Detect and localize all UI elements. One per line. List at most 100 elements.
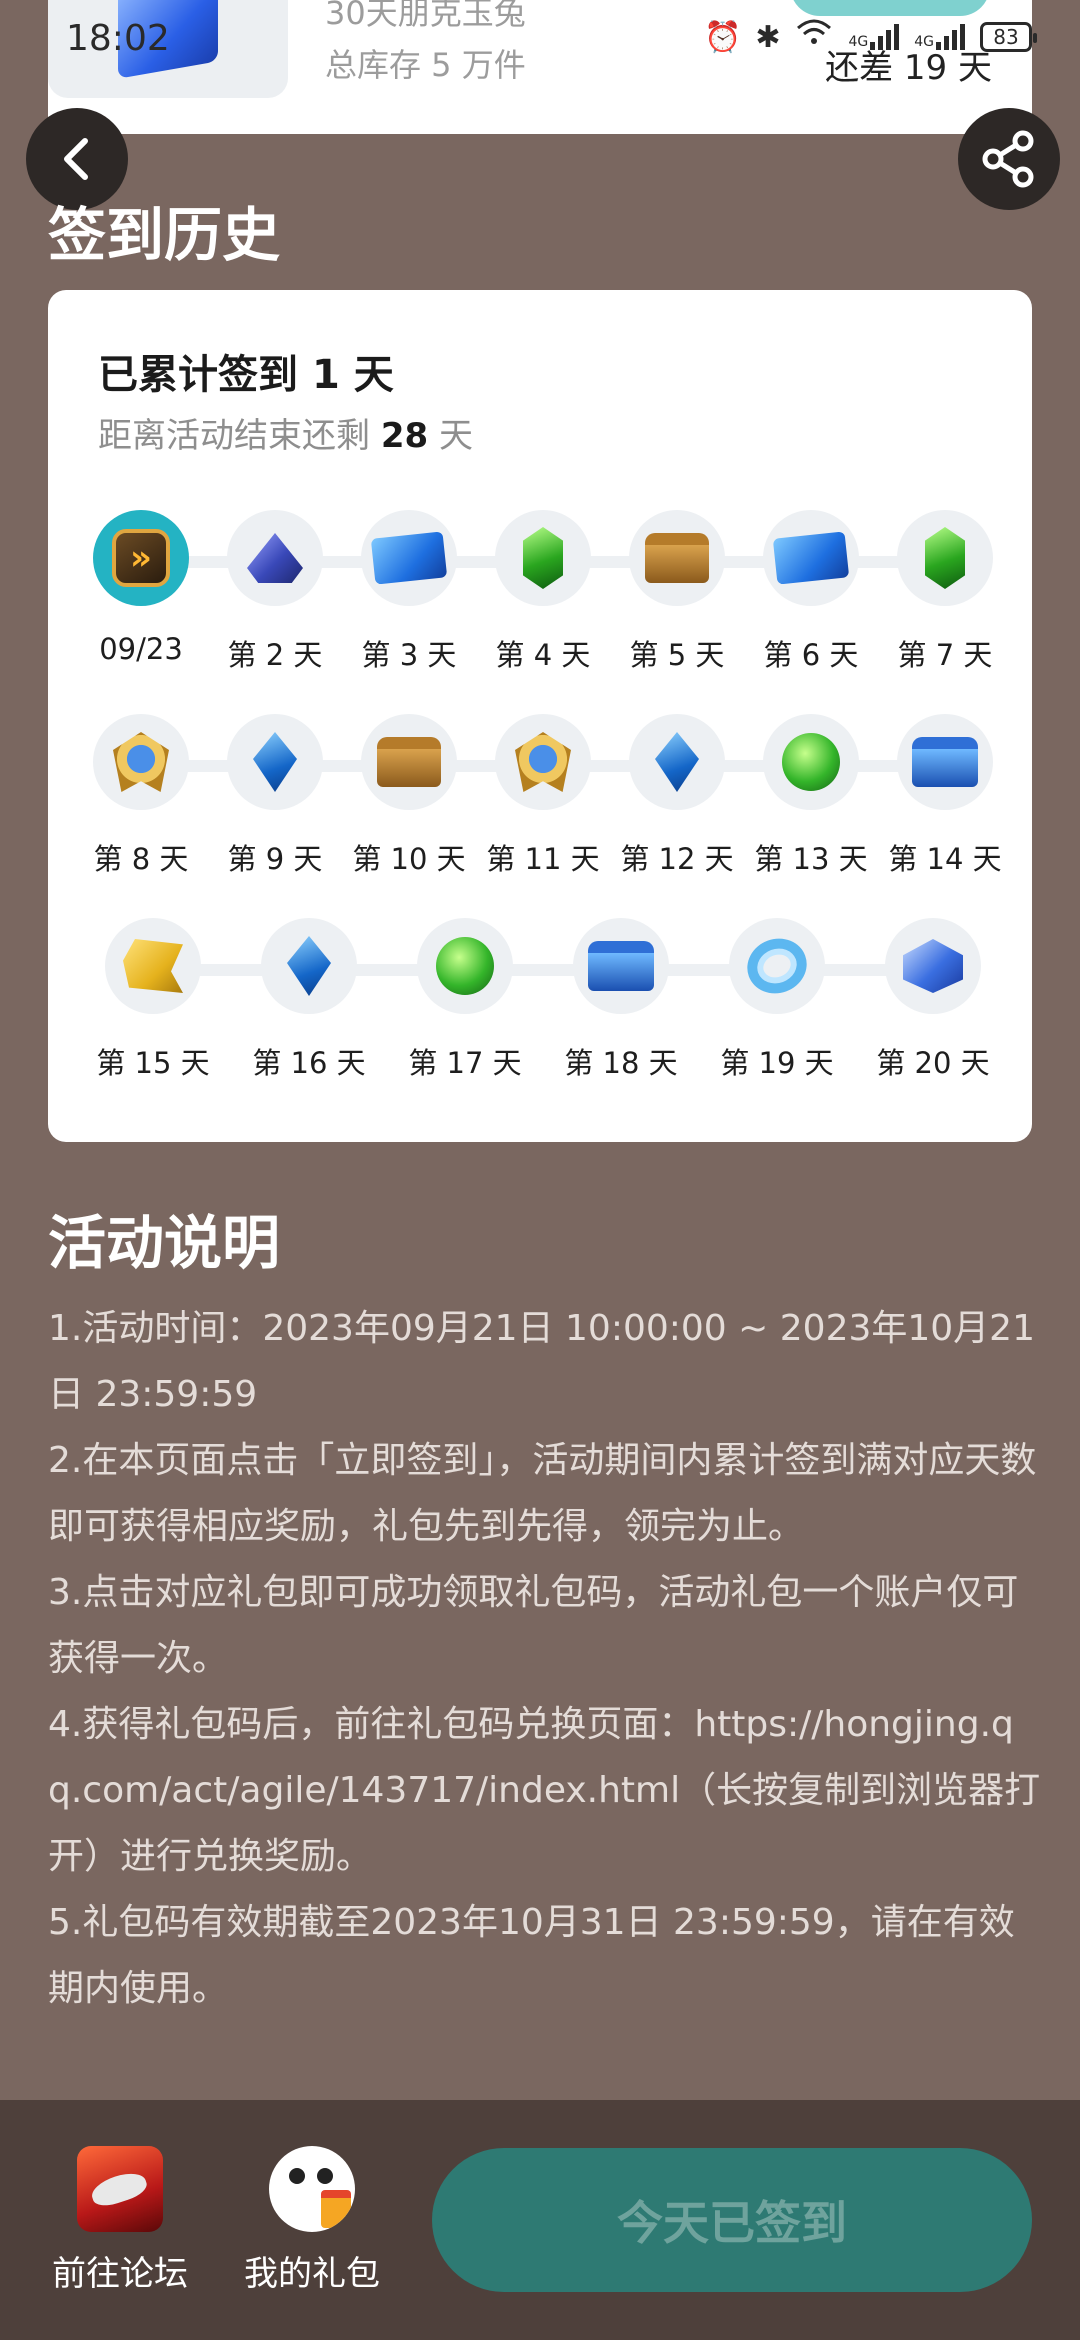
panda-gift-icon — [269, 2146, 355, 2232]
signal-2-icon: 4G — [914, 24, 966, 50]
reward-claim-pill[interactable] — [790, 0, 990, 16]
day-label: 第 14 天 — [888, 842, 1002, 876]
checkin-day[interactable]: 第 20 天 — [866, 918, 1000, 1082]
green-crystal-icon — [523, 527, 563, 589]
reward-circle — [105, 918, 201, 1014]
reward-name: 30天朋克玉兔 — [325, 0, 526, 32]
ticket-icon — [772, 531, 850, 585]
days-remaining: 距离活动结束还剩 28 天 — [98, 408, 473, 457]
reward-circle — [417, 918, 513, 1014]
description-line: 2.在本页面点击「立即签到」，活动期间内累计签到满对应天数即可获得相应奖励，礼包… — [48, 1440, 1037, 1547]
reward-circle — [763, 510, 859, 606]
chest-icon — [645, 533, 709, 583]
chevron-left-icon — [64, 138, 88, 180]
reward-circle — [227, 714, 323, 810]
lens-icon — [247, 533, 303, 583]
blue-chest-icon — [588, 941, 654, 991]
end-days: 28 — [380, 416, 429, 456]
checkin-day[interactable]: 第 13 天 — [744, 714, 878, 878]
reward-circle — [495, 714, 591, 810]
checkin-history-card: 已累计签到 1 天 距离活动结束还剩 28 天 » 09/23 第 2 天 第 3 天… — [48, 290, 1032, 1142]
history-title: 签到历史 — [48, 201, 281, 269]
day-label: 第 3 天 — [361, 638, 457, 672]
reward-circle — [573, 918, 669, 1014]
checkin-day[interactable]: 第 11 天 — [476, 714, 610, 878]
description-line: 1.活动时间：2023年09月21日 10:00:00 ~ 2023年10月21… — [48, 1308, 1035, 1415]
checkin-day[interactable]: 第 6 天 — [744, 510, 878, 674]
share-button[interactable] — [958, 108, 1060, 210]
day-label: 第 5 天 — [629, 638, 725, 672]
bluetooth-icon: ✱ — [755, 19, 781, 55]
description-title: 活动说明 — [48, 1209, 281, 1277]
cumulative-days: 1 — [311, 352, 340, 398]
blue-crystal-icon — [253, 732, 297, 792]
share-icon — [982, 130, 1034, 188]
end-prefix: 距离活动结束还剩 — [98, 416, 381, 456]
reward-circle — [897, 714, 993, 810]
activity-description: 1.活动时间：2023年09月21日 10:00:00 ~ 2023年10月21… — [48, 1296, 1048, 2022]
day-label: 第 16 天 — [252, 1046, 366, 1080]
checkin-day[interactable]: 第 5 天 — [610, 510, 744, 674]
checkin-day[interactable]: 第 19 天 — [710, 918, 844, 1082]
blue-chest-icon — [912, 737, 978, 787]
green-ball-icon — [436, 937, 494, 995]
day-label: 第 12 天 — [620, 842, 734, 876]
reward-circle — [763, 714, 859, 810]
reward-circle — [729, 918, 825, 1014]
cumulative-checkin: 已累计签到 1 天 — [98, 342, 394, 400]
checkin-day[interactable]: 第 3 天 — [342, 510, 476, 674]
reward-circle — [629, 510, 725, 606]
checkin-day[interactable]: 第 14 天 — [878, 714, 1012, 878]
checkin-day[interactable]: 第 9 天 — [208, 714, 342, 878]
day-label: 第 6 天 — [763, 638, 859, 672]
day-label: 第 17 天 — [408, 1046, 522, 1080]
day-label: 第 18 天 — [564, 1046, 678, 1080]
net-label-1: 4G — [848, 34, 869, 50]
checkin-day[interactable]: » 09/23 — [74, 510, 208, 666]
description-line: 5.礼包码有效期截至2023年10月31日 23:59:59，请在有效期内使用。 — [48, 1902, 1015, 2009]
reward-circle — [361, 510, 457, 606]
end-suffix: 天 — [428, 416, 473, 456]
gold-icon — [123, 939, 183, 993]
reward-circle — [885, 918, 981, 1014]
reward-circle — [361, 714, 457, 810]
checkin-row: 第 8 天 第 9 天第 10 天第 11 天第 12 天第 13 天第 14 天 — [48, 714, 1032, 876]
green-crystal-icon — [925, 527, 965, 589]
checkin-day[interactable]: 第 12 天 — [610, 714, 744, 878]
checkin-day[interactable]: 第 16 天 — [242, 918, 376, 1082]
day-label: 09/23 — [99, 632, 183, 666]
alarm-icon: ⏰ — [703, 19, 742, 55]
checkin-day[interactable]: 第 2 天 — [208, 510, 342, 674]
forum-button[interactable]: 前往论坛 — [45, 2146, 195, 2295]
status-time: 18:02 — [66, 18, 170, 59]
signed-today-button[interactable]: 今天已签到 — [432, 2148, 1032, 2292]
day-label: 第 15 天 — [96, 1046, 210, 1080]
chest-icon — [377, 737, 441, 787]
checkin-day[interactable]: 第 8 天 — [74, 714, 208, 878]
day-label: 第 13 天 — [754, 842, 868, 876]
day-label: 第 8 天 — [93, 842, 189, 876]
checkin-day[interactable]: 第 7 天 — [878, 510, 1012, 674]
day-label: 第 19 天 — [720, 1046, 834, 1080]
reward-circle — [897, 510, 993, 606]
day-label: 第 7 天 — [897, 638, 993, 672]
status-icons: ⏰ ✱ 4G 4G 83 — [703, 18, 1037, 56]
checkin-day[interactable]: 第 17 天 — [398, 918, 532, 1082]
cumulative-prefix: 已累计签到 — [98, 352, 312, 398]
checkin-row: » 09/23 第 2 天 第 3 天 第 4 天 第 5 天 第 6 天 第 7 天 — [48, 510, 1032, 672]
day-label: 第 11 天 — [486, 842, 600, 876]
day-label: 第 9 天 — [227, 842, 323, 876]
signal-1-icon: 4G — [848, 24, 900, 50]
checkin-row: 第 15 天 第 16 天 第 17 天 第 18 天 第 19 天 第 20 天 — [48, 918, 1032, 1080]
checkin-day[interactable]: 第 4 天 — [476, 510, 610, 674]
blue-crystal-icon — [287, 936, 331, 996]
day-label: 第 2 天 — [227, 638, 323, 672]
chevron-badge-icon: » — [112, 529, 170, 587]
reward-circle — [93, 714, 189, 810]
checkin-day[interactable]: 第 10 天 — [342, 714, 476, 878]
reward-circle — [629, 714, 725, 810]
checkin-day[interactable]: 第 15 天 — [86, 918, 220, 1082]
checkin-day[interactable]: 第 18 天 — [554, 918, 688, 1082]
my-gifts-button[interactable]: 我的礼包 — [237, 2146, 387, 2295]
battery-icon: 83 — [980, 22, 1037, 52]
